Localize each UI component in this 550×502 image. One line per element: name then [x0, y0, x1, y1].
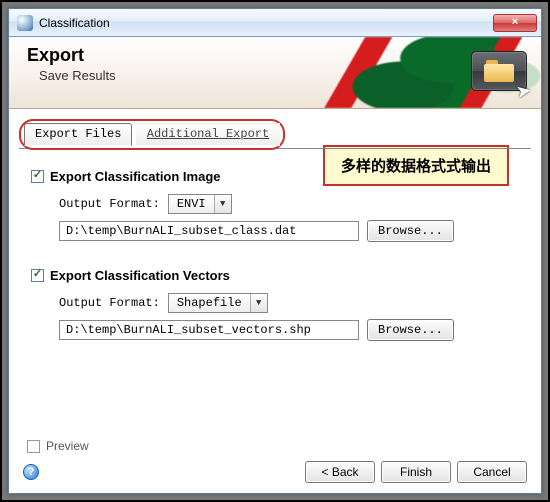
label-preview: Preview — [46, 439, 89, 453]
section-export-image-title: Export Classification Image — [50, 169, 221, 184]
checkbox-preview[interactable] — [27, 440, 40, 453]
banner-folder-button[interactable] — [471, 51, 527, 91]
tab-export-files[interactable]: Export Files — [24, 123, 132, 146]
preview-row: Preview — [27, 439, 527, 453]
browse-image-button[interactable]: Browse... — [367, 220, 454, 242]
select-image-format-value: ENVI — [169, 197, 214, 211]
select-image-format[interactable]: ENVI ▼ — [168, 194, 232, 214]
label-image-format: Output Format: — [59, 197, 160, 211]
content-area: 多样的数据格式式输出 Export Classification Image O… — [9, 151, 541, 433]
close-button[interactable]: × — [493, 14, 537, 32]
input-image-path[interactable]: D:\temp\BurnALI_subset_class.dat — [59, 221, 359, 241]
footer: Preview ? < Back Finish Cancel — [9, 433, 541, 493]
classification-window: Classification × Export Save Results ➤ E… — [8, 8, 542, 494]
folder-icon — [484, 60, 514, 82]
browse-vectors-button[interactable]: Browse... — [367, 319, 454, 341]
annotation-callout: 多样的数据格式式输出 — [323, 145, 509, 186]
select-vectors-format[interactable]: Shapefile ▼ — [168, 293, 268, 313]
cancel-button[interactable]: Cancel — [457, 461, 527, 483]
checkbox-export-image[interactable] — [31, 170, 44, 183]
row-vectors-path: D:\temp\BurnALI_subset_vectors.shp Brows… — [59, 319, 523, 341]
titlebar[interactable]: Classification × — [9, 9, 541, 37]
select-vectors-format-value: Shapefile — [169, 296, 250, 310]
tab-additional-export[interactable]: Additional Export — [136, 123, 280, 146]
label-vectors-format: Output Format: — [59, 296, 160, 310]
help-button[interactable]: ? — [23, 464, 39, 480]
finish-button[interactable]: Finish — [381, 461, 451, 483]
chevron-down-icon: ▼ — [250, 294, 267, 312]
section-export-vectors-title: Export Classification Vectors — [50, 268, 230, 283]
row-vectors-format: Output Format: Shapefile ▼ — [59, 293, 523, 313]
input-vectors-path[interactable]: D:\temp\BurnALI_subset_vectors.shp — [59, 320, 359, 340]
input-image-path-value: D:\temp\BurnALI_subset_class.dat — [66, 224, 296, 238]
chevron-down-icon: ▼ — [214, 195, 231, 213]
banner: Export Save Results ➤ — [9, 37, 541, 109]
tabs-row: Export Files Additional Export — [9, 109, 541, 150]
input-vectors-path-value: D:\temp\BurnALI_subset_vectors.shp — [66, 323, 311, 337]
tabs-highlight: Export Files Additional Export — [19, 119, 285, 150]
window-title: Classification — [39, 16, 493, 30]
footer-bar: ? < Back Finish Cancel — [23, 461, 527, 483]
row-image-format: Output Format: ENVI ▼ — [59, 194, 523, 214]
section-export-vectors-header: Export Classification Vectors — [31, 268, 523, 283]
app-icon — [17, 15, 33, 31]
row-image-path: D:\temp\BurnALI_subset_class.dat Browse.… — [59, 220, 523, 242]
checkbox-export-vectors[interactable] — [31, 269, 44, 282]
back-button[interactable]: < Back — [305, 461, 375, 483]
